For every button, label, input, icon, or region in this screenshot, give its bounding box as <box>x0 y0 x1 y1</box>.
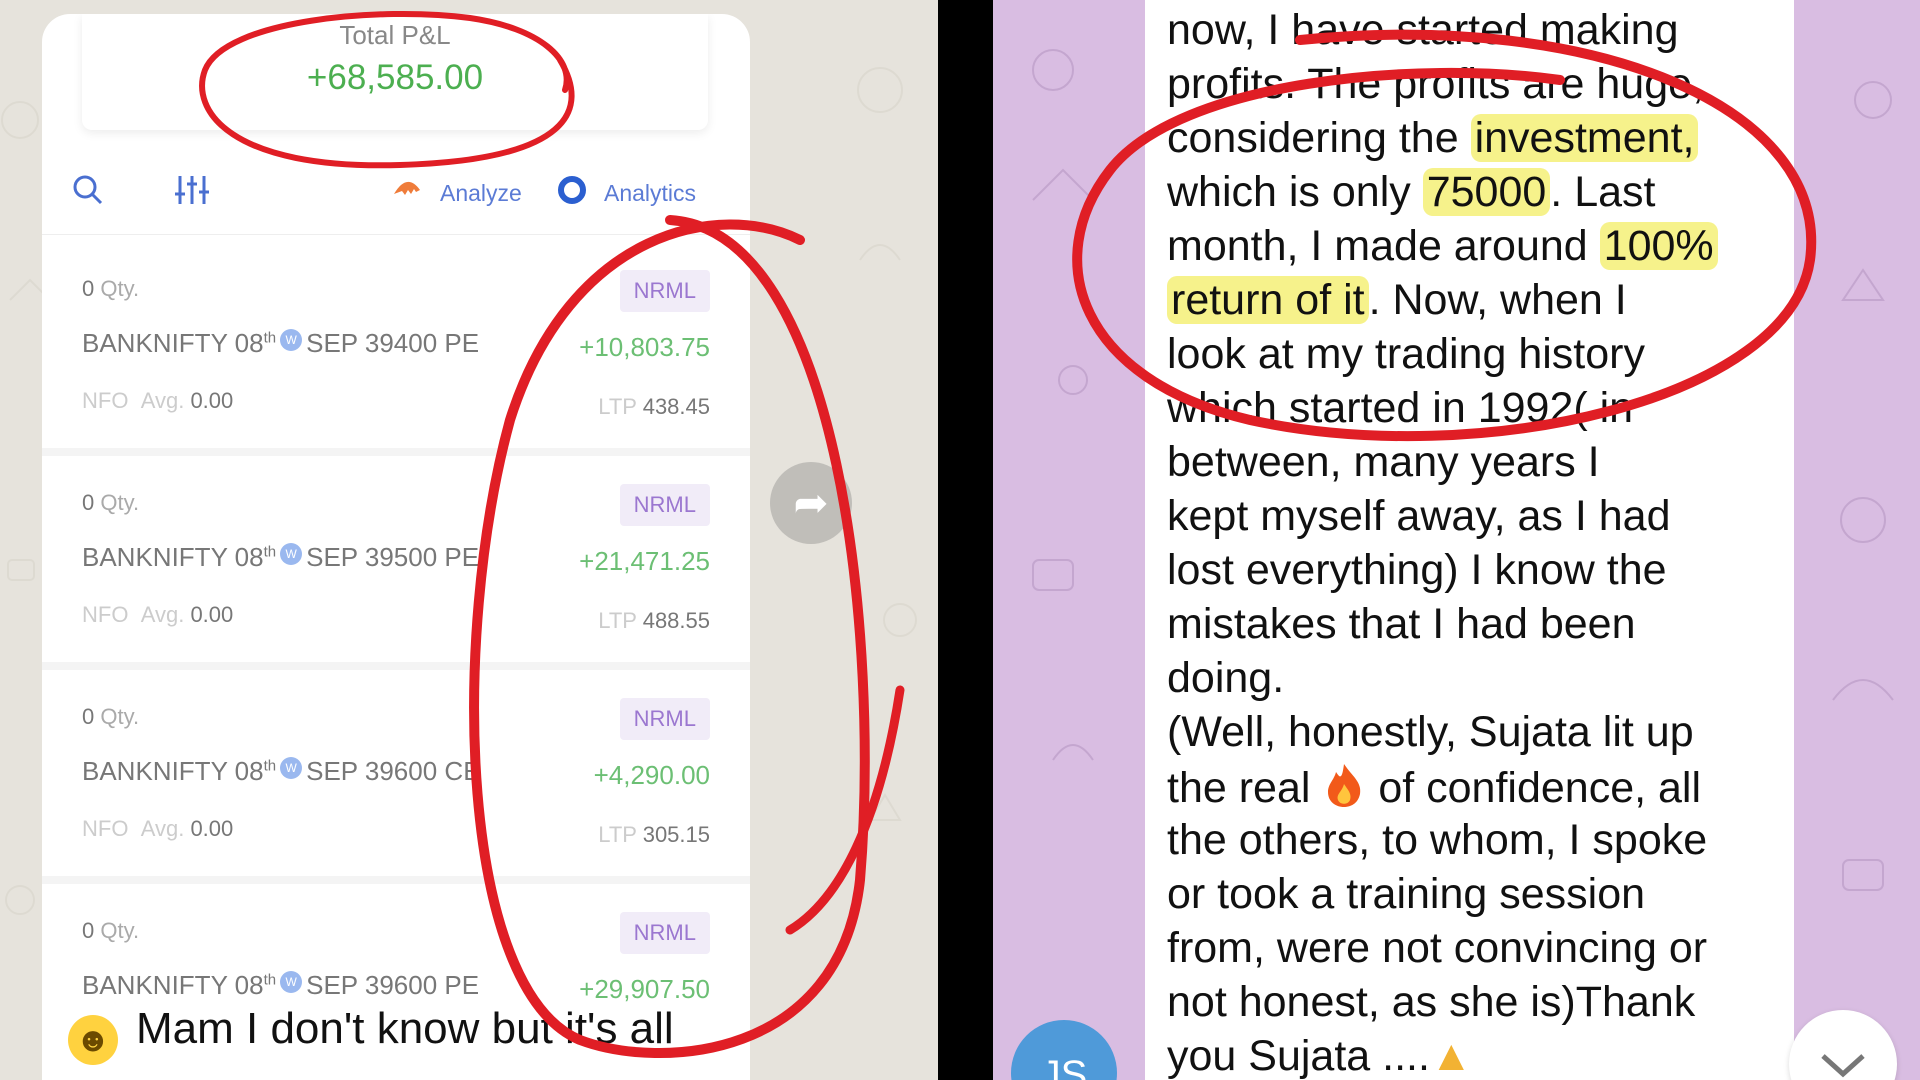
highlighted-text: 75000 <box>1422 168 1551 216</box>
position-qty: 0 Qty. <box>82 704 140 729</box>
message-line: mistakes that I had been <box>1167 600 1636 648</box>
message-line: return of it. Now, when I <box>1167 276 1627 325</box>
position-meta: NFO Avg. 0.00 <box>82 816 234 841</box>
filter-sliders-icon[interactable] <box>172 170 212 210</box>
position-qty: 0 Qty. <box>82 490 140 515</box>
position-meta: NFO Avg. 0.00 <box>82 602 234 627</box>
message-line: which is only 75000. Last <box>1167 168 1656 216</box>
weekly-badge-icon: W <box>280 757 303 779</box>
position-qty: 0 Qty. <box>82 918 140 943</box>
position-qty: 0 Qty. <box>82 276 140 301</box>
message-line: profits. The profits are huge, <box>1167 60 1704 108</box>
message-line: look at my trading history <box>1167 330 1645 378</box>
message-line: the others, to whom, I spoke <box>1167 816 1708 864</box>
position-pnl: +29,907.50 <box>579 974 710 1004</box>
total-pnl-value: +68,585.00 <box>306 58 484 97</box>
right-screenshot: now, I have started making profits. The … <box>993 0 1920 1080</box>
position-instrument: BANKNIFTY 08th W SEP 39500 PE <box>82 542 480 572</box>
chevron-down-icon <box>1821 1054 1865 1078</box>
product-type-badge: NRML <box>619 912 710 954</box>
position-meta: NFO Avg. 0.00 <box>82 388 234 413</box>
message-line: doing. <box>1167 654 1285 702</box>
product-type-badge: NRML <box>619 698 710 740</box>
position-ltp: LTP 305.15 <box>598 822 710 847</box>
analyze-icon[interactable] <box>392 174 422 204</box>
message-line: (Well, honestly, Sujata lit up <box>1167 708 1694 756</box>
position-pnl: +4,290.00 <box>593 760 710 790</box>
left-screenshot: Total P&L +68,585.00 Analyze Analytics 0… <box>0 0 938 1080</box>
message-line: you Sujata ....▲ <box>1167 1032 1473 1080</box>
position-pnl: +21,471.25 <box>579 546 710 576</box>
search-icon[interactable] <box>68 170 108 210</box>
analytics-icon[interactable] <box>556 174 588 206</box>
message-line: considering the investment, <box>1167 114 1699 163</box>
message-line: which started in 1992( in <box>1167 384 1634 432</box>
highlighted-text: return of it <box>1167 276 1369 324</box>
position-instrument: BANKNIFTY 08th W SEP 39600 PE <box>82 970 480 1000</box>
position-ltp: LTP 438.45 <box>598 394 710 419</box>
position-pnl: +10,803.75 <box>579 332 710 362</box>
weekly-badge-icon: W <box>280 971 303 993</box>
chat-message-caption: ☻ Mam I don't know but it's all <box>68 1004 674 1065</box>
message-line: or took a training session <box>1167 870 1646 918</box>
total-pnl-label: Total P&L <box>339 20 451 50</box>
weekly-badge-icon: W <box>280 543 303 565</box>
fire-icon <box>1328 764 1361 807</box>
position-ltp: LTP 488.55 <box>598 608 710 633</box>
analyze-button[interactable]: Analyze <box>440 180 522 207</box>
message-line: the real of confidence, all <box>1167 764 1702 812</box>
message-line: between, many years I <box>1167 438 1600 486</box>
position-row[interactable]: 0 Qty. BANKNIFTY 08th W SEP 39600 CE NFO A… <box>42 664 750 884</box>
positions-card: Total P&L +68,585.00 Analyze Analytics 0… <box>42 14 750 1080</box>
message-line: month, I made around 100% <box>1167 222 1718 271</box>
position-instrument: BANKNIFTY 08th W SEP 39600 CE <box>82 756 481 786</box>
analytics-button[interactable]: Analytics <box>604 180 696 207</box>
product-type-badge: NRML <box>619 270 710 312</box>
forward-share-icon[interactable]: ➦ <box>770 462 852 544</box>
message-bubble: now, I have started making profits. The … <box>1145 0 1794 1080</box>
positions-toolbar: Analyze Analytics <box>42 154 750 235</box>
total-pnl-summary: Total P&L +68,585.00 <box>82 14 708 130</box>
smiling-face-icon: ☻ <box>68 1015 118 1065</box>
message-line: now, I have started making <box>1167 6 1679 54</box>
highlighted-text: 100% <box>1599 222 1718 270</box>
message-line: not honest, as she is)Thank <box>1167 978 1696 1026</box>
position-row[interactable]: 0 Qty. BANKNIFTY 08th W SEP 39500 PE NFO A… <box>42 450 750 670</box>
highlighted-text: investment, <box>1470 114 1699 162</box>
folded-hands-icon: ▲ <box>1429 1032 1473 1080</box>
position-instrument: BANKNIFTY 08th W SEP 39400 PE <box>82 328 480 358</box>
weekly-badge-icon: W <box>280 329 303 351</box>
product-type-badge: NRML <box>619 484 710 526</box>
position-row[interactable]: 0 Qty. BANKNIFTY 08th W SEP 39400 PE NFO A… <box>42 236 750 456</box>
message-line: lost everything) I know the <box>1167 546 1667 594</box>
message-line: from, were not convincing or <box>1167 924 1708 972</box>
message-line: kept myself away, as I had <box>1167 492 1671 540</box>
scroll-down-button[interactable] <box>1789 1010 1897 1080</box>
